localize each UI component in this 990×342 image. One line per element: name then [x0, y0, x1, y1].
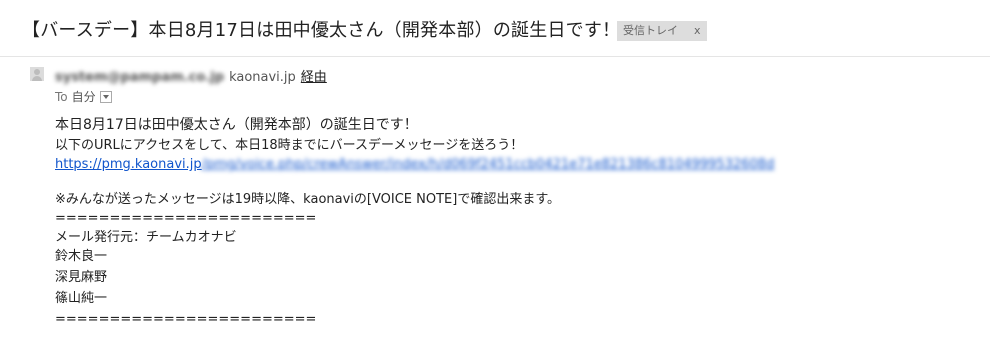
sender-line: system@pampam.co.jp kaonavi.jp 経由: [55, 66, 327, 85]
name-item: 深見麻野: [55, 270, 108, 285]
name-item: 篠山純一: [55, 291, 108, 306]
url-visible-part: https://pmg.kaonavi.jp: [55, 157, 202, 172]
remove-label-button[interactable]: x: [694, 21, 701, 41]
avatar-head-shape: [34, 69, 40, 75]
subject-header: 【バースデー】本日8月17日は田中優太さん（開発本部）の誕生日です！ 受信トレイ…: [0, 0, 990, 57]
url-blurred-part: /pmg/voice.php/crewAnswer/index/h/d069f2…: [201, 157, 775, 172]
to-label: To: [55, 89, 68, 104]
message-url-link[interactable]: https://pmg.kaonavi.jp/pmg/voice.php/cre…: [55, 157, 774, 172]
body-url-line: https://pmg.kaonavi.jp/pmg/voice.php/cre…: [55, 155, 774, 174]
sender-avatar: [30, 67, 44, 81]
via-link[interactable]: 経由: [301, 70, 327, 85]
email-view: 【バースデー】本日8月17日は田中優太さん（開発本部）の誕生日です！ 受信トレイ…: [0, 0, 990, 342]
to-value: 自分: [71, 90, 96, 104]
details-dropdown-icon[interactable]: [99, 90, 112, 103]
inbox-label-text: 受信トレイ: [623, 24, 678, 37]
email-subject: 【バースデー】本日8月17日は田中優太さん（開発本部）の誕生日です！: [22, 20, 621, 41]
via-domain: kaonavi.jp: [229, 70, 296, 85]
name-item: 鈴木良一: [55, 249, 108, 264]
separator-top: ========================: [55, 211, 317, 226]
body-instruction: 以下のURLにアクセスをして、本日18時までにバースデーメッセージを送ろう！: [55, 138, 524, 153]
sender-email[interactable]: system@pampam.co.jp: [55, 70, 224, 85]
body-headline: 本日8月17日は田中優太さん（開発本部）の誕生日です！: [55, 117, 418, 133]
recipient-line: To 自分: [55, 88, 112, 105]
separator-bottom: ========================: [55, 312, 317, 327]
issuer-line: メール発行元：チームカオナビ: [55, 230, 237, 245]
body-note: ※みんなが送ったメッセージは19時以降、kaonaviの[VOICE NOTE]…: [55, 192, 561, 207]
avatar-body-shape: [32, 76, 42, 81]
inbox-label-chip[interactable]: 受信トレイ x: [617, 21, 707, 41]
email-body: 本日8月17日は田中優太さん（開発本部）の誕生日です！ 以下のURLにアクセスを…: [55, 116, 774, 329]
